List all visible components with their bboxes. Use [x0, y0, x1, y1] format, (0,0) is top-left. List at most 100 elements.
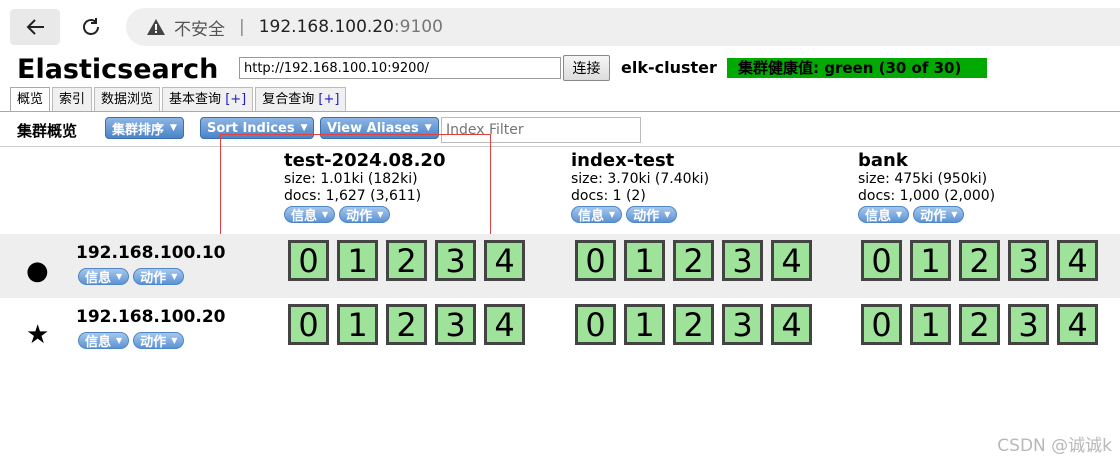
tab-label: 基本查询 — [169, 92, 222, 107]
tab-indices[interactable]: 索引 — [52, 87, 93, 111]
address-bar[interactable]: 不安全 | 192.168.100.20:9100 — [126, 8, 1120, 46]
shard-box[interactable]: 2 — [959, 240, 1000, 281]
add-tab-link[interactable]: [+] — [225, 92, 246, 107]
caret-down-icon: ▼ — [951, 210, 958, 219]
shard-group: 0 1 2 3 4 — [575, 240, 812, 281]
shard-box[interactable]: 1 — [910, 304, 951, 345]
caret-down-icon: ▼ — [171, 272, 178, 281]
shard-box[interactable]: 4 — [771, 304, 812, 345]
shard-box[interactable]: 3 — [1008, 304, 1049, 345]
index-action-button[interactable]: 动作 ▼ — [913, 206, 965, 224]
shard-box[interactable]: 4 — [1057, 304, 1098, 345]
caret-down-icon: ▼ — [116, 336, 123, 345]
shard-box[interactable]: 0 — [575, 304, 616, 345]
node-row: ● 192.168.100.10 信息 ▼ 动作 ▼ 0 1 2 3 4 0 1 2… — [0, 234, 1120, 298]
connect-button[interactable]: 连接 — [563, 55, 610, 81]
tab-basic-query[interactable]: 基本查询 [+] — [162, 87, 254, 111]
index-docs: docs: 1 (2) — [571, 188, 646, 204]
shard-box[interactable]: 4 — [1057, 240, 1098, 281]
node-info-button[interactable]: 信息 ▼ — [78, 332, 130, 350]
shard-box[interactable]: 1 — [624, 304, 665, 345]
tab-overview[interactable]: 概览 — [10, 87, 51, 111]
shard-box[interactable]: 3 — [722, 240, 763, 281]
annotation-highlight-box — [220, 134, 491, 235]
caret-down-icon: ▼ — [171, 336, 178, 345]
shard-box[interactable]: 2 — [673, 240, 714, 281]
shard-box[interactable]: 4 — [484, 240, 525, 281]
tab-compound-query[interactable]: 复合查询 [+] — [255, 87, 347, 111]
shard-box[interactable]: 2 — [959, 304, 1000, 345]
index-size: size: 475ki (950ki) — [858, 171, 988, 187]
watermark-text: CSDN @诚诚k — [997, 436, 1112, 456]
shard-box[interactable]: 2 — [386, 304, 427, 345]
pill-label: 动作 — [920, 209, 947, 224]
pill-label: 信息 — [85, 335, 112, 350]
caret-down-icon: ▼ — [664, 210, 671, 219]
shard-group: 0 1 2 3 4 — [575, 304, 812, 345]
dropdown-label: 集群排序 — [112, 122, 165, 138]
back-button[interactable] — [10, 9, 60, 45]
shard-box[interactable]: 0 — [861, 304, 902, 345]
cluster-sort-dropdown[interactable]: 集群排序 ▼ — [105, 117, 184, 139]
reload-button[interactable] — [66, 9, 116, 45]
node-name: 192.168.100.20 — [76, 307, 226, 327]
shard-box[interactable]: 3 — [435, 304, 476, 345]
cluster-url-input[interactable] — [239, 57, 561, 79]
toolbar-divider — [0, 146, 1120, 147]
cluster-health-badge: 集群健康值: green (30 of 30) — [727, 58, 987, 78]
star-icon: ★ — [26, 320, 50, 350]
tab-label: 复合查询 — [262, 92, 315, 107]
index-header: index-test size: 3.70ki (7.40ki) docs: 1… — [571, 150, 710, 224]
shard-box[interactable]: 1 — [624, 240, 665, 281]
index-docs: docs: 1,000 (2,000) — [858, 188, 996, 204]
shard-box[interactable]: 3 — [722, 304, 763, 345]
index-info-button[interactable]: 信息 ▼ — [858, 206, 910, 224]
app-title: Elasticsearch — [17, 54, 219, 85]
shard-box[interactable]: 1 — [910, 240, 951, 281]
shard-group: 0 1 2 3 4 — [861, 304, 1098, 345]
overview-toolbar: 集群概览 集群排序 ▼ Sort Indices ▼ View Aliases ▼ — [0, 112, 1120, 148]
index-size: size: 3.70ki (7.40ki) — [571, 171, 710, 187]
index-name: index-test — [571, 150, 675, 171]
pill-label: 信息 — [85, 271, 112, 286]
shard-box[interactable]: 0 — [861, 240, 902, 281]
shard-box[interactable]: 3 — [435, 240, 476, 281]
index-name: bank — [858, 150, 908, 171]
pill-label: 信息 — [578, 209, 605, 224]
caret-down-icon: ▼ — [300, 123, 308, 133]
pill-label: 动作 — [140, 271, 167, 286]
tab-browser[interactable]: 数据浏览 — [94, 87, 161, 111]
shard-box[interactable]: 2 — [386, 240, 427, 281]
shard-group: 0 1 2 3 4 — [288, 304, 525, 345]
shard-box[interactable]: 3 — [1008, 240, 1049, 281]
tab-label: 概览 — [17, 92, 44, 107]
shard-box[interactable]: 4 — [771, 240, 812, 281]
shard-box[interactable]: 2 — [673, 304, 714, 345]
node-row: ★ 192.168.100.20 信息 ▼ 动作 ▼ 0 1 2 3 4 0 1 2… — [0, 298, 1120, 362]
node-action-button[interactable]: 动作 ▼ — [133, 268, 185, 286]
index-header: bank size: 475ki (950ki) docs: 1,000 (2,… — [858, 150, 996, 224]
shard-box[interactable]: 1 — [337, 240, 378, 281]
node-info-button[interactable]: 信息 ▼ — [78, 268, 130, 286]
shard-box[interactable]: 0 — [575, 240, 616, 281]
address-separator: | — [239, 17, 245, 37]
url-host: 192.168.100.20 — [258, 17, 394, 37]
shard-box[interactable]: 0 — [288, 240, 329, 281]
tab-label: 索引 — [59, 92, 86, 107]
shard-box[interactable]: 0 — [288, 304, 329, 345]
pill-label: 动作 — [633, 209, 660, 224]
shard-box[interactable]: 4 — [484, 304, 525, 345]
overview-title: 集群概览 — [17, 122, 78, 140]
shard-group: 0 1 2 3 4 — [288, 240, 525, 281]
caret-down-icon: ▼ — [170, 123, 177, 133]
shard-box[interactable]: 1 — [337, 304, 378, 345]
caret-down-icon: ▼ — [896, 210, 903, 219]
index-info-button[interactable]: 信息 ▼ — [571, 206, 623, 224]
back-arrow-icon — [26, 19, 44, 35]
add-tab-link[interactable]: [+] — [318, 92, 339, 107]
shard-group: 0 1 2 3 4 — [861, 240, 1098, 281]
node-action-button[interactable]: 动作 ▼ — [133, 332, 185, 350]
pill-label: 信息 — [865, 209, 892, 224]
index-action-button[interactable]: 动作 ▼ — [626, 206, 678, 224]
pill-label: 动作 — [140, 335, 167, 350]
